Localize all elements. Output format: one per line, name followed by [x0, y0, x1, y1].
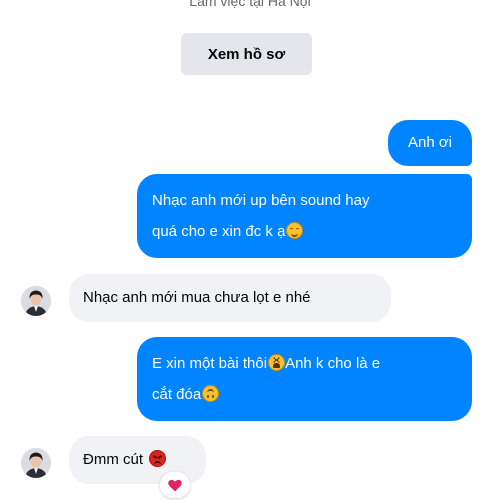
profile-subtitle: Làm việc tại Hà Nội — [189, 0, 311, 9]
person-avatar-icon — [21, 448, 51, 478]
view-profile-button[interactable]: Xem hồ sơ — [181, 33, 312, 75]
message-text: Anh k cho là e — [285, 355, 381, 372]
heart-icon — [168, 479, 182, 491]
avatar[interactable] — [21, 286, 51, 316]
message-text: quá cho e xin đc k ạ — [152, 223, 286, 240]
message-text: Đmm cút — [83, 451, 143, 468]
message-bubble-sent[interactable]: Anh ơi — [388, 120, 472, 166]
message-text: Nhạc anh mới mua chưa lọt e nhé — [83, 289, 311, 306]
message-text: E xin một bài thôi — [152, 355, 268, 372]
message-text: Nhạc anh mới up bên sound hay — [152, 192, 370, 209]
angry-face-emoji-icon — [149, 450, 166, 467]
message-bubble-received[interactable]: Nhạc anh mới mua chưa lọt e nhé — [69, 274, 391, 322]
smiling-face-emoji-icon — [286, 222, 304, 239]
person-avatar-icon — [21, 286, 51, 316]
message-bubble-sent[interactable]: Nhạc anh mới up bên sound hay quá cho e … — [137, 174, 472, 258]
message-text: cắt đóa — [152, 386, 202, 403]
upside-down-face-emoji-icon — [202, 385, 220, 402]
tired-face-emoji-icon — [268, 354, 286, 371]
message-bubble-sent[interactable]: E xin một bài thôi Anh k cho là e cắt đóa — [137, 337, 472, 421]
avatar[interactable] — [21, 448, 51, 478]
message-text: Anh ơi — [407, 134, 453, 151]
message-reaction[interactable] — [160, 472, 190, 498]
